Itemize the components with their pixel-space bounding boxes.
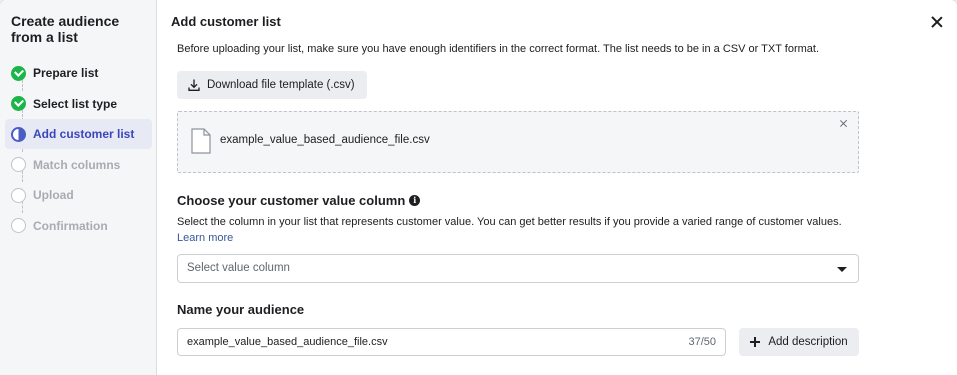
- value-column-heading: Choose your customer value column i: [177, 193, 421, 208]
- add-description-label: Add description: [768, 336, 848, 348]
- empty-circle-icon: [11, 218, 26, 233]
- step-label: Add customer list: [33, 127, 135, 141]
- sidebar-title: Create audience from a list: [11, 13, 120, 45]
- intro-text: Before uploading your list, make sure yo…: [177, 43, 820, 55]
- page-title: Add customer list: [171, 14, 281, 29]
- check-circle-icon: [11, 96, 26, 111]
- step-prepare-list[interactable]: Prepare list: [5, 58, 152, 88]
- close-button[interactable]: [927, 12, 947, 32]
- learn-more-link[interactable]: Learn more: [177, 232, 233, 244]
- file-icon: [191, 128, 211, 154]
- remove-file-icon[interactable]: [838, 118, 850, 130]
- step-label: Match columns: [33, 157, 121, 172]
- empty-circle-icon: [11, 157, 26, 172]
- main-panel: Add customer list Before uploading your …: [157, 0, 957, 375]
- value-column-description: Select the column in your list that repr…: [177, 216, 842, 228]
- step-add-customer-list[interactable]: Add customer list: [5, 119, 152, 149]
- audience-name-input[interactable]: example_value_based_audience_file.csv 37…: [177, 328, 726, 356]
- create-audience-dialog: Create audience from a list Prepare list…: [0, 0, 957, 375]
- download-icon: [188, 79, 200, 91]
- step-list: Prepare list Select list type Add custom…: [5, 58, 152, 241]
- character-counter: 37/50: [688, 336, 716, 348]
- step-label: Select list type: [33, 96, 118, 111]
- step-upload: Upload: [5, 180, 152, 210]
- file-name: example_value_based_audience_file.csv: [220, 134, 430, 146]
- download-template-button[interactable]: Download file template (.csv): [177, 71, 367, 99]
- step-match-columns: Match columns: [5, 150, 152, 180]
- value-column-title: Choose your customer value column: [177, 193, 406, 208]
- add-description-button[interactable]: Add description: [739, 328, 859, 356]
- step-confirmation: Confirmation: [5, 211, 152, 241]
- audience-name-value: example_value_based_audience_file.csv: [187, 336, 388, 348]
- check-circle-icon: [11, 65, 26, 81]
- plus-icon: [750, 337, 761, 347]
- steps-sidebar: Create audience from a list Prepare list…: [0, 0, 157, 375]
- caret-down-icon: [837, 267, 847, 272]
- uploaded-file-box[interactable]: example_value_based_audience_file.csv: [177, 111, 859, 173]
- value-column-select[interactable]: Select value column: [177, 254, 859, 283]
- download-template-label: Download file template (.csv): [207, 79, 355, 91]
- step-label: Prepare list: [33, 66, 99, 80]
- step-select-list-type[interactable]: Select list type: [5, 89, 152, 119]
- step-label: Upload: [33, 188, 74, 202]
- audience-name-heading: Name your audience: [177, 302, 305, 317]
- empty-circle-icon: [11, 187, 26, 203]
- select-placeholder: Select value column: [187, 262, 290, 274]
- step-label: Confirmation: [33, 218, 108, 233]
- info-icon[interactable]: i: [409, 195, 421, 206]
- half-filled-circle-icon: [11, 126, 26, 142]
